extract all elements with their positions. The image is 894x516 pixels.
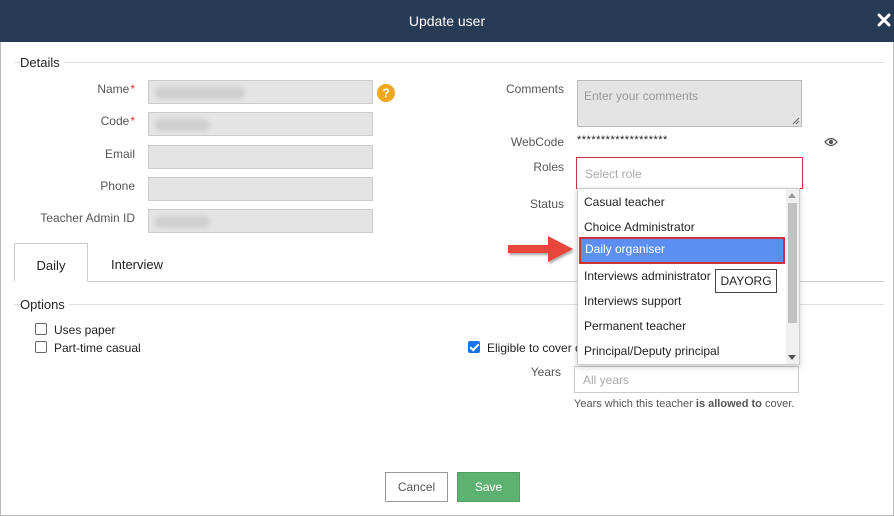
part-time-casual-checkbox[interactable] <box>35 341 47 353</box>
cancel-button[interactable]: Cancel <box>385 472 448 502</box>
modal-header: Update user <box>0 0 894 42</box>
eye-icon[interactable] <box>824 136 838 148</box>
webcode-value: ******************* <box>577 134 668 146</box>
scroll-down-icon[interactable] <box>788 355 796 360</box>
save-button[interactable]: Save <box>457 472 520 502</box>
eligible-label: Eligible to cover c <box>487 341 582 355</box>
scroll-thumb[interactable] <box>788 203 797 323</box>
status-label: Status <box>529 197 564 211</box>
role-option-casual-teacher[interactable]: Casual teacher <box>578 190 787 214</box>
years-select[interactable]: All years <box>574 366 799 393</box>
part-time-casual-label: Part-time casual <box>54 341 141 355</box>
red-arrow-icon <box>508 236 573 262</box>
phone-label: Phone <box>100 179 135 193</box>
teacher-admin-id-field[interactable] <box>148 209 373 233</box>
help-icon[interactable]: ? <box>377 84 395 102</box>
teacher-admin-id-label: Teacher Admin ID <box>40 211 135 225</box>
uses-paper-checkbox[interactable] <box>35 323 47 335</box>
uses-paper-label: Uses paper <box>54 323 116 337</box>
comments-textarea[interactable]: Enter your comments <box>577 80 802 127</box>
email-label: Email <box>104 147 135 161</box>
role-option-choice-administrator[interactable]: Choice Administrator <box>578 215 787 239</box>
comments-label: Comments <box>505 82 564 96</box>
options-legend: Options <box>20 297 69 312</box>
resize-grip-icon[interactable] <box>792 117 800 125</box>
role-option-daily-organiser[interactable]: Daily organiser <box>579 237 785 264</box>
years-help-text: Years which this teacher is allowed to c… <box>574 398 795 410</box>
role-option-permanent-teacher[interactable]: Permanent teacher <box>578 314 787 338</box>
roles-label: Roles <box>533 160 564 174</box>
tab-daily[interactable]: Daily <box>14 243 88 282</box>
code-label: Code* <box>100 114 135 128</box>
code-field[interactable] <box>148 112 373 136</box>
name-label: Name* <box>97 82 135 96</box>
modal-title: Update user <box>408 13 486 29</box>
details-legend: Details <box>20 55 64 70</box>
webcode-label: WebCode <box>510 135 564 149</box>
years-label: Years <box>530 365 561 379</box>
dropdown-scrollbar[interactable] <box>786 189 799 364</box>
eligible-checkbox[interactable] <box>468 341 480 353</box>
roles-select[interactable]: Select role <box>576 157 803 189</box>
phone-field[interactable] <box>148 177 373 201</box>
details-divider <box>14 62 884 63</box>
name-field[interactable] <box>148 80 373 104</box>
comments-placeholder: Enter your comments <box>584 89 699 103</box>
role-tooltip: DAYORG <box>715 269 777 293</box>
years-placeholder: All years <box>583 373 630 387</box>
email-field[interactable] <box>148 145 373 169</box>
tab-interview[interactable]: Interview <box>98 243 176 282</box>
close-icon[interactable] <box>876 12 892 28</box>
roles-placeholder: Select role <box>585 167 642 181</box>
scroll-up-icon[interactable] <box>788 193 796 198</box>
role-option-principal-deputy-principal[interactable]: Principal/Deputy principal <box>578 339 787 363</box>
